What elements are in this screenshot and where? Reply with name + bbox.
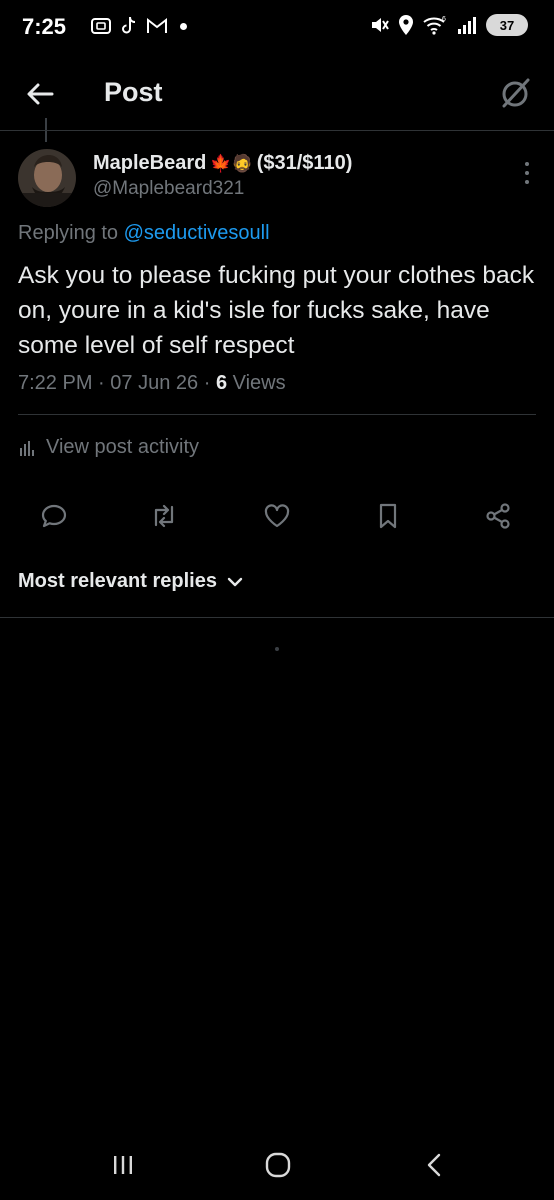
system-back-button[interactable] bbox=[414, 1148, 454, 1182]
replying-prefix: Replying to bbox=[18, 222, 119, 244]
status-right-icons: 6 37 bbox=[368, 14, 528, 36]
post-meta: 7:22 PM · 07 Jun 26 · 6 Views bbox=[18, 372, 286, 395]
recents-button[interactable] bbox=[103, 1148, 143, 1182]
back-icon bbox=[427, 1153, 441, 1177]
status-time: 7:25 bbox=[22, 14, 67, 39]
author-row[interactable]: MapleBeard 🍁🧔 ($31/$110) bbox=[93, 152, 352, 175]
screenshot-icon bbox=[91, 18, 111, 34]
action-bar bbox=[0, 498, 554, 534]
status-left-icons bbox=[90, 15, 187, 37]
loading-indicator bbox=[275, 647, 279, 651]
bar-chart-icon bbox=[20, 440, 34, 456]
share-icon bbox=[486, 503, 510, 529]
divider bbox=[0, 130, 554, 131]
mute-icon bbox=[372, 18, 389, 32]
views-count: 6 bbox=[215, 372, 228, 394]
heart-icon bbox=[264, 504, 290, 528]
recents-icon bbox=[114, 1156, 132, 1174]
meta-separator: · bbox=[203, 372, 211, 394]
chevron-down-icon bbox=[227, 577, 243, 586]
replies-sort-label: Most relevant replies bbox=[18, 570, 217, 592]
grok-button[interactable] bbox=[496, 74, 534, 112]
meta-separator: · bbox=[98, 372, 105, 394]
more-dot bbox=[525, 162, 529, 166]
battery-level: 37 bbox=[499, 17, 515, 33]
signal-icon bbox=[458, 17, 476, 34]
system-nav-bar bbox=[0, 1130, 554, 1200]
views-label: Views bbox=[232, 372, 286, 394]
like-button[interactable] bbox=[259, 498, 295, 534]
share-button[interactable] bbox=[480, 498, 516, 534]
bookmark-button[interactable] bbox=[370, 498, 406, 534]
avatar-image bbox=[18, 149, 76, 207]
home-button[interactable] bbox=[258, 1148, 298, 1182]
bookmark-icon bbox=[379, 503, 397, 529]
reply-icon bbox=[41, 504, 67, 528]
repost-button[interactable] bbox=[146, 498, 182, 534]
tiktok-icon bbox=[122, 16, 136, 34]
location-icon bbox=[399, 15, 413, 35]
post-time: 7:22 PM bbox=[18, 372, 93, 394]
author-emojis: 🍁🧔 bbox=[210, 153, 253, 173]
header: Post bbox=[0, 60, 554, 130]
post-date: 07 Jun 26 bbox=[110, 372, 199, 394]
notification-dot bbox=[180, 22, 187, 30]
view-post-activity-button[interactable]: View post activity bbox=[18, 436, 199, 459]
arrow-left-icon bbox=[27, 83, 54, 105]
replying-to: Replying to @seductivesoull bbox=[18, 222, 270, 245]
divider bbox=[18, 414, 536, 415]
author-name[interactable]: MapleBeard bbox=[93, 152, 206, 175]
back-button[interactable] bbox=[22, 76, 58, 112]
more-dot bbox=[525, 180, 529, 184]
repost-icon bbox=[154, 504, 174, 528]
replies-sort-dropdown[interactable]: Most relevant replies bbox=[18, 570, 243, 593]
replying-mention-link[interactable]: @seductivesoull bbox=[124, 222, 270, 244]
more-dot bbox=[525, 171, 529, 175]
divider bbox=[0, 617, 554, 618]
reply-button[interactable] bbox=[36, 498, 72, 534]
battery-icon: 37 bbox=[486, 14, 528, 36]
status-bar: 7:25 6 37 bbox=[0, 0, 554, 56]
grok-icon bbox=[502, 78, 530, 108]
gmail-icon bbox=[147, 17, 167, 33]
author-suffix: ($31/$110) bbox=[256, 152, 353, 174]
activity-label: View post activity bbox=[46, 436, 200, 458]
more-options-button[interactable] bbox=[522, 162, 532, 184]
avatar[interactable] bbox=[18, 149, 76, 207]
author-handle[interactable]: @Maplebeard321 bbox=[93, 178, 244, 200]
page-title: Post bbox=[104, 77, 163, 107]
network-badge: 6 bbox=[442, 16, 446, 23]
post-text: Ask you to please fucking put your cloth… bbox=[18, 262, 535, 359]
wifi-icon: 6 bbox=[423, 16, 446, 35]
home-icon bbox=[265, 1152, 291, 1178]
